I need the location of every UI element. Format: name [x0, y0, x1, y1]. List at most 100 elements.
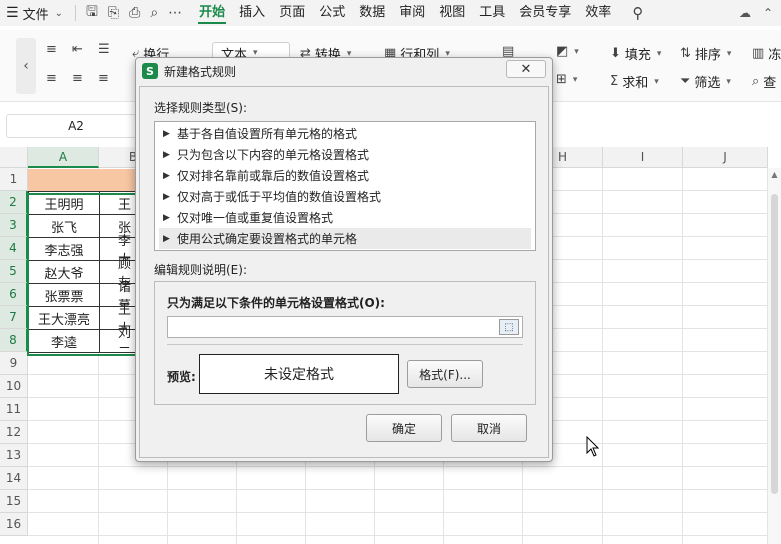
print-preview-icon[interactable]: ⌕ [150, 5, 158, 21]
scroll-up-icon[interactable]: ▲ [768, 170, 781, 179]
row-header-16[interactable]: 16 [0, 513, 28, 536]
cell-a7[interactable]: 王大漂亮 [28, 306, 100, 330]
ribbon-tabs: 开始 插入 页面 公式 数据 审阅 视图 工具 会员专享 效率 [192, 0, 618, 26]
cell-b8[interactable]: 刘二 [99, 326, 139, 360]
rule-item[interactable]: ▶ 仅对唯一值或重复值设置格式 [159, 207, 531, 228]
align-left-icon[interactable]: ≡ [46, 71, 72, 86]
range-picker-icon[interactable]: ⬚ [499, 319, 519, 335]
align-right-icon[interactable]: ≡ [98, 71, 124, 86]
vertical-scrollbar[interactable]: ▲ [768, 168, 781, 544]
rule-item-label: 仅对排名靠前或靠后的数值设置格式 [177, 169, 370, 183]
more-icon[interactable]: ⋯ [168, 5, 182, 21]
condition-label: 只为满足以下条件的单元格设置格式(O): [167, 296, 385, 310]
tab-efficiency[interactable]: 效率 [578, 0, 618, 26]
row-header-12[interactable]: 12 [0, 421, 28, 444]
row-header-2[interactable]: 2 [0, 191, 28, 214]
save-icon[interactable]: 🖫 [86, 1, 98, 25]
dialog-titlebar: S 新建格式规则 [136, 58, 552, 84]
row-header-3[interactable]: 3 [0, 214, 28, 237]
freeze-button[interactable]: ▥ 冻 [752, 44, 781, 63]
indent-decrease-icon[interactable]: ⇤ [72, 42, 98, 57]
align-justify-icon[interactable]: ☰ [98, 42, 124, 57]
cell-a3[interactable]: 张飞 [28, 214, 100, 238]
border-icon[interactable]: ⊞ ▾ [556, 72, 577, 87]
file-menu-label: 文件 [22, 7, 49, 23]
row-header-11[interactable]: 11 [0, 398, 28, 421]
gridline [28, 466, 768, 467]
cell-style-icon[interactable]: ◩ ▾ [556, 44, 579, 59]
tab-formulas[interactable]: 公式 [312, 0, 352, 26]
formula-input[interactable]: ⬚ [167, 316, 523, 338]
print-icon[interactable]: ⎙ [129, 5, 140, 21]
tab-view[interactable]: 视图 [432, 0, 472, 26]
name-box[interactable]: A2 [6, 114, 146, 138]
arrow-right-icon: ▶ [163, 233, 170, 244]
cell-a6[interactable]: 张票票 [28, 283, 100, 307]
menu-bar: ☰ 文件 ⌄ 🖫 ⎘ ⎙ ⌕ ⋯ 开始 插入 页面 公式 数据 审阅 视图 工具… [0, 0, 781, 26]
rule-item-selected[interactable]: ▶ 使用公式确定要设置格式的单元格 [159, 228, 531, 249]
row-header-8[interactable]: 8 [0, 329, 28, 352]
align-center-icon[interactable]: ≡ [72, 71, 98, 86]
close-button[interactable]: ✕ [506, 60, 546, 78]
row-header-1[interactable]: 1 [0, 168, 28, 191]
rule-item-label: 仅对唯一值或重复值设置格式 [177, 211, 334, 225]
row-header-15[interactable]: 15 [0, 490, 28, 513]
row-header-9[interactable]: 9 [0, 352, 28, 375]
rule-item[interactable]: ▶ 只为包含以下内容的单元格设置格式 [159, 144, 531, 165]
ribbon-scroll-left[interactable]: ‹ [16, 38, 36, 94]
select-all-corner[interactable] [0, 147, 28, 168]
sort-button[interactable]: ⇅ 排序 ▾ [680, 44, 731, 63]
filter-button[interactable]: ⏷ 筛选 ▾ [680, 72, 731, 91]
chevron-up-icon[interactable]: ⌃ [763, 6, 773, 20]
tab-tools[interactable]: 工具 [472, 0, 512, 26]
cell-a5[interactable]: 赵大爷 [28, 260, 100, 284]
filter-icon: ⏷ [680, 74, 691, 89]
column-header-i[interactable]: I [603, 147, 683, 168]
tab-member[interactable]: 会员专享 [512, 0, 578, 26]
format-button-label: 格式(F)... [419, 367, 471, 382]
arrow-right-icon: ▶ [163, 212, 170, 223]
close-icon: ✕ [520, 61, 532, 77]
cell-a2[interactable]: 王明明 [28, 191, 100, 215]
arrow-right-icon: ▶ [163, 170, 170, 181]
file-menu[interactable]: ☰ 文件 ⌄ [0, 0, 71, 26]
header-row-fill [28, 169, 138, 192]
column-header-a[interactable]: A [28, 147, 99, 168]
column-header-j[interactable]: J [683, 147, 768, 168]
row-header-10[interactable]: 10 [0, 375, 28, 398]
dialog-body: 选择规则类型(S): ▶ 基于各自值设置所有单元格的格式 ▶ 只为包含以下内容的单元… [139, 86, 549, 458]
sum-button[interactable]: Σ 求和 ▾ [610, 72, 659, 91]
find-button[interactable]: ⌕ 查 [752, 72, 776, 91]
link-icon[interactable]: ⎘ [108, 5, 119, 21]
row-header-7[interactable]: 7 [0, 306, 28, 329]
cancel-button[interactable]: 取消 [451, 414, 527, 442]
row-header-14[interactable]: 14 [0, 467, 28, 490]
scroll-thumb[interactable] [771, 194, 778, 494]
rule-item[interactable]: ▶ 基于各自值设置所有单元格的格式 [159, 123, 531, 144]
chevron-down-icon: ▾ [656, 48, 662, 59]
row-header-6[interactable]: 6 [0, 283, 28, 306]
cell-a4[interactable]: 李志强 [28, 237, 100, 261]
tab-data[interactable]: 数据 [352, 0, 392, 26]
row-header-5[interactable]: 5 [0, 260, 28, 283]
align-top-icon[interactable]: ≡ [46, 42, 72, 57]
rule-description-box: 只为满足以下条件的单元格设置格式(O): ⬚ 预览: 未设定格式 格式(F)..… [154, 281, 536, 405]
rule-item[interactable]: ▶ 仅对高于或低于平均值的数值设置格式 [159, 186, 531, 207]
cloud-icon[interactable]: ☁ [739, 6, 751, 20]
fill-button[interactable]: ⬇ 填充 ▾ [610, 44, 661, 63]
tab-home[interactable]: 开始 [192, 0, 232, 26]
ok-button[interactable]: 确定 [366, 414, 442, 442]
format-button[interactable]: 格式(F)... [407, 360, 483, 388]
tab-page[interactable]: 页面 [272, 0, 312, 26]
rule-item[interactable]: ▶ 仅对排名靠前或靠后的数值设置格式 [159, 165, 531, 186]
search-icon[interactable]: ⚲ [632, 4, 643, 22]
row-header-4[interactable]: 4 [0, 237, 28, 260]
edit-desc-label: 编辑规则说明(E): [154, 263, 247, 277]
tab-review[interactable]: 审阅 [392, 0, 432, 26]
cell-b2[interactable]: 王 [99, 191, 139, 215]
row-header-13[interactable]: 13 [0, 444, 28, 467]
tab-insert[interactable]: 插入 [232, 0, 272, 26]
cell-a8[interactable]: 李逵 [28, 329, 100, 353]
filter-label: 筛选 [694, 76, 721, 91]
hamburger-icon: ☰ [6, 5, 19, 21]
